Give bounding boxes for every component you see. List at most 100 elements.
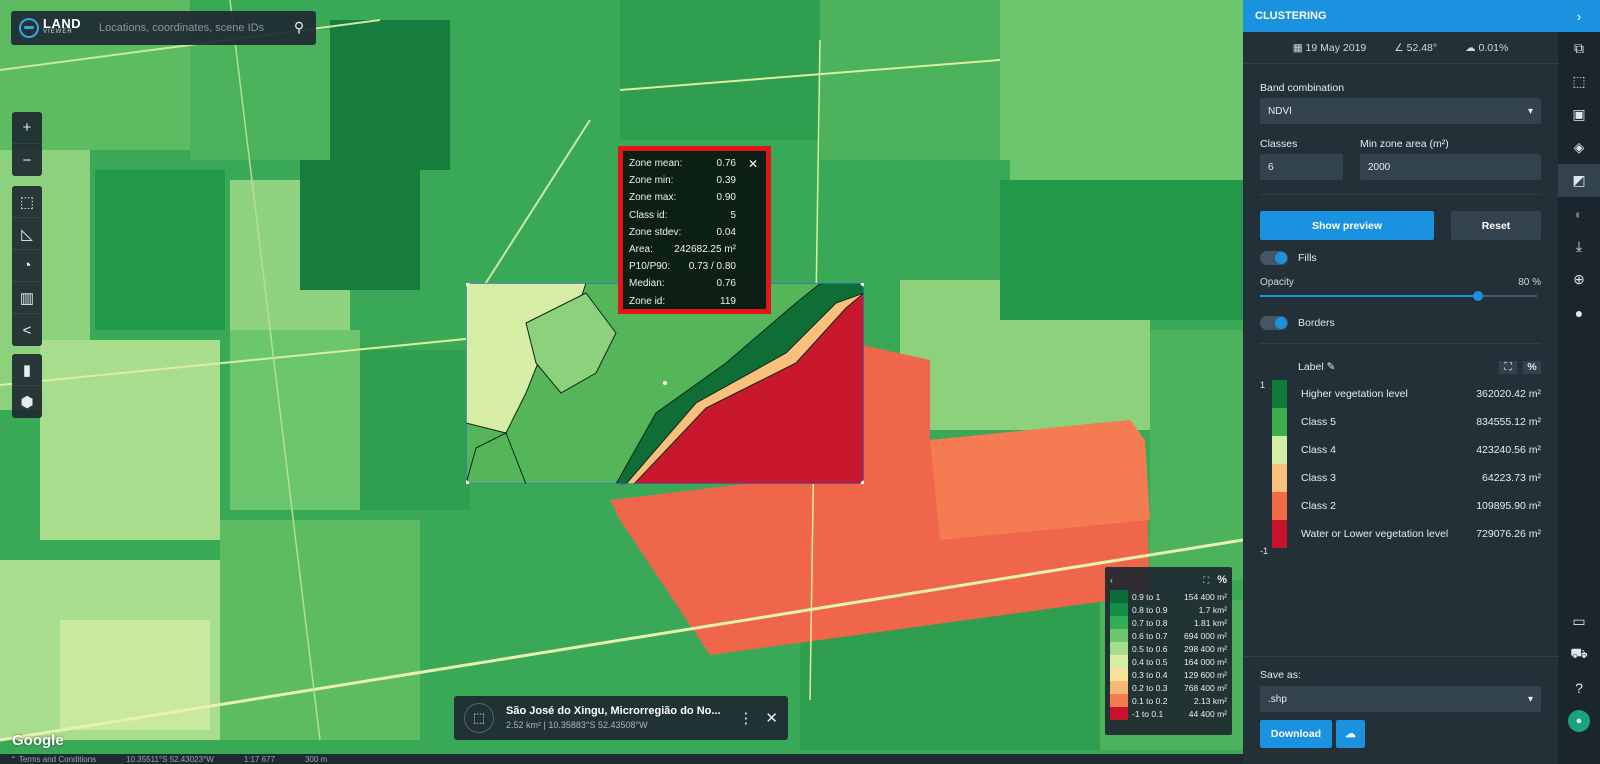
search-input[interactable]	[89, 22, 290, 34]
analytics-button[interactable]: ▮	[12, 354, 42, 386]
class-row[interactable]: Class 5 834555.12 m²	[1272, 408, 1541, 436]
reset-button[interactable]: Reset	[1451, 211, 1541, 240]
edit-pencil-icon[interactable]: ✎	[1327, 361, 1336, 373]
draw-aoi-button[interactable]: ⬚	[12, 186, 42, 218]
zone-row-value: 0.39	[716, 175, 736, 187]
fills-toggle[interactable]	[1260, 251, 1288, 265]
zone-row-label: Zone max:	[629, 192, 677, 204]
location-subtitle: 2.52 km² | 10.35883°S 52.43508°W	[506, 720, 648, 730]
class-swatch	[1272, 520, 1287, 548]
download-button[interactable]: Download	[1260, 720, 1332, 748]
class-row[interactable]: Class 4 423240.56 m²	[1272, 436, 1541, 464]
legend-swatch	[1110, 694, 1128, 707]
save-as-label: Save as:	[1260, 669, 1301, 681]
min-zone-area-value: 2000	[1368, 161, 1391, 173]
zoom-controls: + −	[12, 112, 42, 176]
legend-swatch	[1110, 629, 1128, 642]
collapse-legend-icon[interactable]: ‹	[1110, 575, 1113, 585]
zoom-in-button[interactable]: +	[12, 112, 42, 144]
google-logo: Google	[12, 732, 64, 749]
save-format-select[interactable]: .shp ▾	[1260, 686, 1541, 712]
search-icon[interactable]: ⚲	[290, 19, 308, 37]
class-row[interactable]: Class 2 109895.90 m²	[1272, 492, 1541, 520]
cloud-upload-button[interactable]: ☁	[1336, 720, 1365, 748]
class-row[interactable]: Class 3 64223.73 m²	[1272, 464, 1541, 492]
cart-icon[interactable]: ⛟	[1558, 638, 1600, 671]
story-button[interactable]: ▥	[12, 282, 42, 314]
image-icon[interactable]: ▣	[1558, 98, 1600, 131]
sun-angle: ∠ 52.48°	[1394, 41, 1438, 54]
info-icon[interactable]: ●	[1558, 296, 1600, 329]
zone-row-value: 0.04	[716, 226, 736, 238]
contrast-icon[interactable]: ◐	[1558, 197, 1600, 230]
percent-toggle[interactable]: %	[1217, 574, 1227, 586]
zone-row: Area: 242682.25 m²	[629, 241, 758, 258]
legend-range: 0.6 to 0.7	[1132, 630, 1168, 641]
zone-row-label: Zone mean:	[629, 158, 683, 170]
zone-row: Zone mean: 0.76	[629, 155, 758, 172]
zone-row-label: Zone min:	[629, 175, 674, 187]
sentinel-icon[interactable]: ⧉	[1558, 32, 1600, 65]
fullscreen-icon[interactable]: ⛶	[1203, 575, 1209, 586]
user-icon[interactable]: ●	[1558, 704, 1600, 737]
download-icon[interactable]: ⤓	[1558, 230, 1600, 263]
more-options-icon[interactable]: ⋮	[738, 709, 753, 727]
classes-value: 6	[1268, 161, 1274, 173]
cube-icon: ⬢	[20, 394, 34, 411]
class-name: Water or Lower vegetation level	[1301, 528, 1449, 540]
zone-row-label: Class id:	[629, 209, 668, 221]
legend-value: 44 400 m²	[1188, 708, 1227, 719]
zoom-out-button[interactable]: −	[12, 144, 42, 176]
show-preview-button[interactable]: Show preview	[1260, 211, 1434, 240]
percent-toggle[interactable]: %	[1523, 360, 1541, 374]
legend-row: 0.9 to 1 154 400 m²	[1110, 590, 1227, 603]
label-header: Label	[1298, 361, 1324, 373]
search-bar[interactable]: LAND VIEWER ⚲	[11, 11, 316, 45]
time-lapse-button[interactable]: ◔	[12, 250, 42, 282]
collapse-panel-icon[interactable]: ›	[1558, 0, 1600, 32]
scale-bar: 300 m	[304, 754, 328, 764]
zone-row-value: 0.76	[716, 278, 736, 290]
measure-button[interactable]: ◺	[12, 218, 42, 250]
close-icon[interactable]: ✕	[748, 157, 758, 171]
map-status-bar: ⌃ Terms and Conditions 10.35511°S 52.430…	[0, 754, 1243, 764]
globe-icon[interactable]: ⊕	[1558, 263, 1600, 296]
aoi-icon[interactable]: ⬚	[1558, 65, 1600, 98]
clustering-panel: CLUSTERING ▦ 19 May 2019 ∠ 52.48° ☁ 0.01…	[1243, 0, 1558, 764]
opacity-slider[interactable]	[1260, 291, 1541, 301]
analytics-icon[interactable]: ◩	[1558, 164, 1600, 197]
chevron-down-icon: ▾	[1527, 105, 1533, 117]
band-combination-select[interactable]: NDVI ▾	[1260, 98, 1541, 124]
fullscreen-icon[interactable]: ⛶	[1499, 360, 1517, 374]
opacity-slider-handle[interactable]	[1472, 291, 1483, 301]
classes-input[interactable]: 6	[1260, 154, 1343, 180]
close-icon[interactable]: ✕	[765, 709, 778, 727]
chevron-down-icon: ▾	[1527, 693, 1533, 705]
zone-row: Zone stdev: 0.04	[629, 224, 758, 241]
borders-toggle[interactable]	[1260, 316, 1288, 330]
min-zone-area-input[interactable]: 2000	[1360, 154, 1541, 180]
legend-swatch	[1110, 668, 1128, 681]
legend-row: 0.3 to 0.4 129 600 m²	[1110, 668, 1227, 681]
class-area: 729076.26 m²	[1476, 528, 1541, 540]
map-view[interactable]: LAND VIEWER ⚲ + − ⬚ ◺ ◔ ▥ < ▮ ⬢ ✕ Zone m…	[0, 0, 1243, 764]
3d-button[interactable]: ⬢	[12, 386, 42, 418]
panel-title: CLUSTERING	[1243, 0, 1558, 32]
chat-icon[interactable]: ▭	[1558, 605, 1600, 638]
class-swatch	[1272, 408, 1287, 436]
terms-link[interactable]: ⌃ Terms and Conditions	[10, 755, 96, 764]
layers-icon[interactable]: ◈	[1558, 131, 1600, 164]
legend-row: 0.6 to 0.7 694 000 m²	[1110, 629, 1227, 642]
legend-value: 768 400 m²	[1184, 682, 1227, 693]
class-row[interactable]: Higher vegetation level 362020.42 m²	[1272, 380, 1541, 408]
cloud-upload-icon: ☁	[1345, 728, 1356, 740]
zone-row-value: 0.73 / 0.80	[688, 261, 736, 273]
book-icon: ▥	[19, 289, 35, 307]
bar-chart-icon: ▮	[22, 361, 32, 379]
analytics-tools: ▮ ⬢	[12, 354, 42, 418]
zone-info-popup: ✕ Zone mean: 0.76 Zone min: 0.39 Zone max:…	[618, 146, 771, 314]
class-row[interactable]: Water or Lower vegetation level 729076.26…	[1272, 520, 1541, 548]
help-icon[interactable]: ?	[1558, 671, 1600, 704]
class-swatch	[1272, 492, 1287, 520]
share-button[interactable]: <	[12, 314, 42, 346]
